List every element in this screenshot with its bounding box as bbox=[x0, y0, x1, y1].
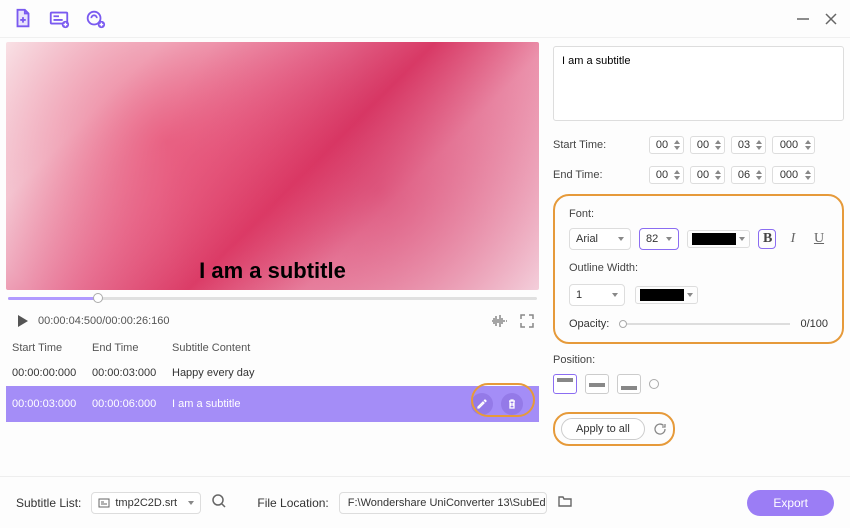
browse-folder-icon[interactable] bbox=[557, 493, 573, 512]
top-toolbar bbox=[0, 0, 850, 38]
subtitle-list-label: Subtitle List: bbox=[16, 496, 81, 510]
outline-width-select[interactable]: 1 bbox=[569, 284, 625, 306]
video-caption-overlay: I am a subtitle bbox=[199, 258, 346, 284]
video-preview[interactable]: I am a subtitle bbox=[6, 42, 539, 290]
table-row[interactable]: 00:00:03:000 00:00:06:000 I am a subtitl… bbox=[6, 386, 539, 422]
position-middle-button[interactable] bbox=[585, 374, 609, 394]
col-header-start: Start Time bbox=[12, 342, 92, 354]
bottom-bar: Subtitle List: tmp2C2D.srt File Location… bbox=[0, 476, 850, 528]
subtitle-text-input[interactable] bbox=[553, 46, 844, 121]
file-location-label: File Location: bbox=[257, 496, 328, 510]
position-label: Position: bbox=[553, 354, 844, 366]
add-subtitle-block-icon[interactable] bbox=[48, 8, 70, 30]
start-time-group: 00 00 03 000 bbox=[649, 136, 815, 154]
outline-width-label: Outline Width: bbox=[569, 262, 828, 274]
end-time-group: 00 00 06 000 bbox=[649, 166, 815, 184]
edit-subtitle-icon[interactable] bbox=[471, 393, 493, 415]
start-hh-spinner[interactable]: 00 bbox=[649, 136, 684, 154]
col-header-end: End Time bbox=[92, 342, 172, 354]
reset-icon[interactable] bbox=[653, 422, 667, 436]
search-subtitle-icon[interactable] bbox=[211, 493, 227, 512]
opacity-slider[interactable] bbox=[619, 320, 790, 328]
col-header-content: Subtitle Content bbox=[172, 342, 533, 354]
outline-color-picker[interactable] bbox=[635, 286, 698, 304]
italic-button[interactable]: I bbox=[784, 231, 802, 247]
start-time-label: Start Time: bbox=[553, 139, 649, 151]
minimize-button[interactable] bbox=[796, 12, 810, 26]
font-family-select[interactable]: Arial bbox=[569, 228, 631, 250]
font-settings-group: Font: Arial 82 B I U Outline Width: 1 Op… bbox=[553, 194, 844, 344]
end-mm-spinner[interactable]: 00 bbox=[690, 166, 725, 184]
delete-subtitle-icon[interactable] bbox=[501, 393, 523, 415]
start-ss-spinner[interactable]: 03 bbox=[731, 136, 766, 154]
font-size-select[interactable]: 82 bbox=[639, 228, 679, 250]
video-progress-slider[interactable] bbox=[8, 294, 537, 302]
position-top-button[interactable] bbox=[553, 374, 577, 394]
file-location-field[interactable]: F:\Wondershare UniConverter 13\SubEdi bbox=[339, 492, 547, 514]
start-mm-spinner[interactable]: 00 bbox=[690, 136, 725, 154]
opacity-label: Opacity: bbox=[569, 318, 609, 330]
apply-to-all-button[interactable]: Apply to all bbox=[561, 418, 645, 440]
subtitle-list-select[interactable]: tmp2C2D.srt bbox=[91, 492, 201, 514]
end-time-label: End Time: bbox=[553, 169, 649, 181]
timecode-label: 00:00:04:500/00:00:26:160 bbox=[38, 315, 170, 327]
end-ms-spinner[interactable]: 000 bbox=[772, 166, 815, 184]
end-ss-spinner[interactable]: 06 bbox=[731, 166, 766, 184]
waveform-icon[interactable] bbox=[491, 313, 507, 329]
add-file-icon[interactable] bbox=[12, 8, 34, 30]
font-color-picker[interactable] bbox=[687, 230, 750, 248]
auto-subtitle-icon[interactable] bbox=[84, 8, 106, 30]
end-hh-spinner[interactable]: 00 bbox=[649, 166, 684, 184]
font-label: Font: bbox=[569, 208, 828, 220]
table-row[interactable]: 00:00:00:000 00:00:03:000 Happy every da… bbox=[6, 360, 539, 386]
position-bottom-button[interactable] bbox=[617, 374, 641, 394]
opacity-value: 0/100 bbox=[800, 318, 828, 330]
close-button[interactable] bbox=[824, 12, 838, 26]
position-custom-radio[interactable] bbox=[649, 379, 659, 389]
fullscreen-icon[interactable] bbox=[519, 313, 535, 329]
start-ms-spinner[interactable]: 000 bbox=[772, 136, 815, 154]
underline-button[interactable]: U bbox=[810, 231, 828, 247]
bold-button[interactable]: B bbox=[758, 229, 776, 249]
play-button[interactable] bbox=[18, 315, 28, 327]
export-button[interactable]: Export bbox=[747, 490, 834, 516]
subtitle-table: Start Time End Time Subtitle Content 00:… bbox=[6, 336, 539, 422]
